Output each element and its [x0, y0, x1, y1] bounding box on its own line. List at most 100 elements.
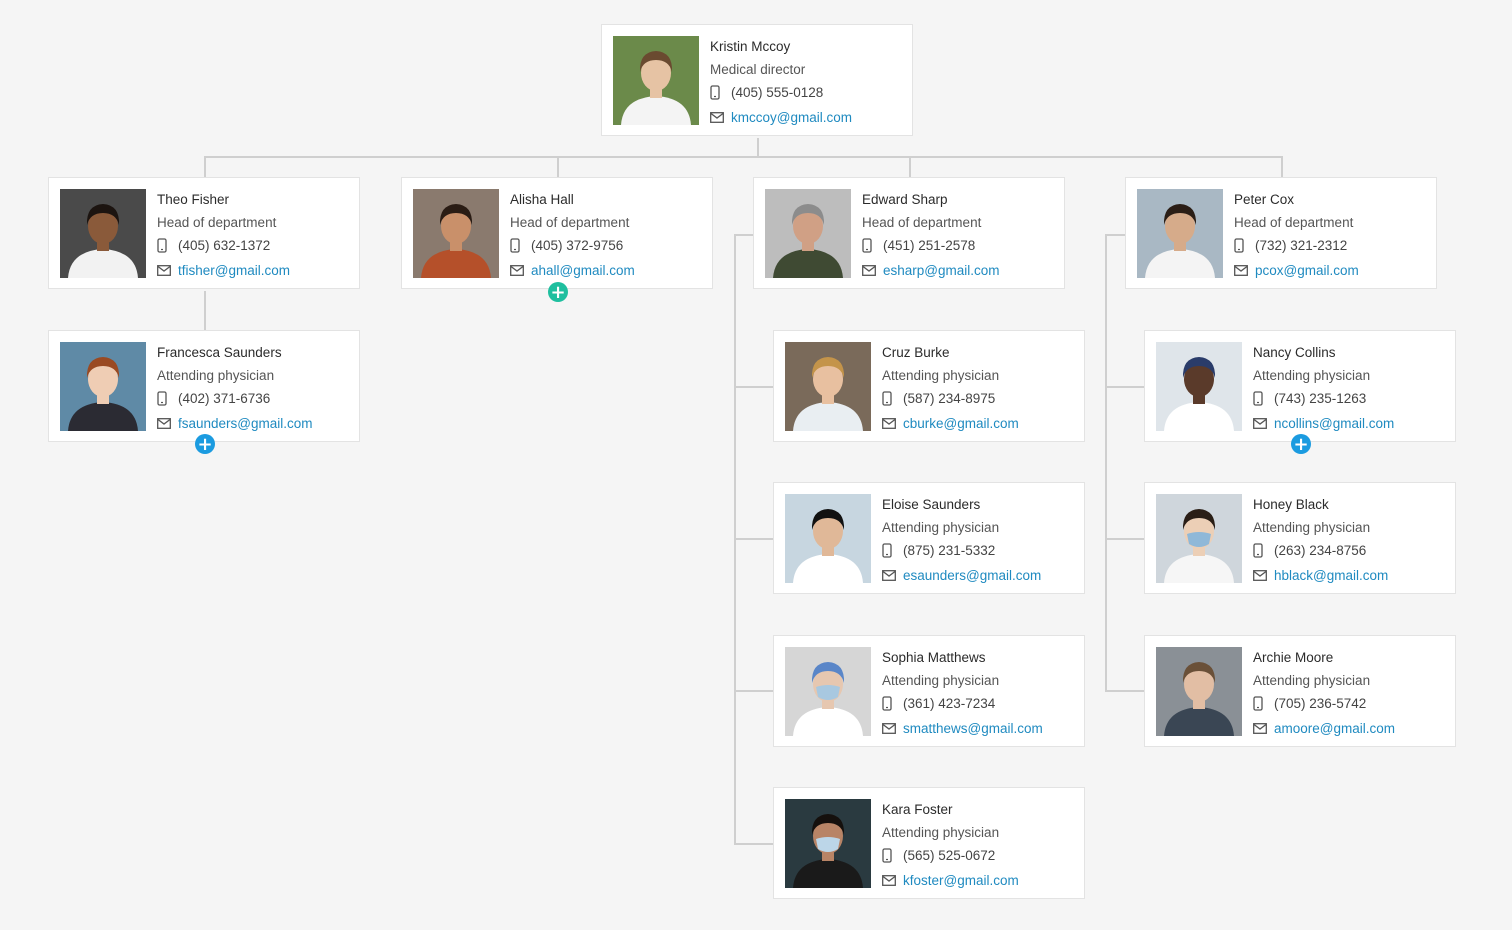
person-name: Archie Moore	[1253, 650, 1334, 665]
email-link[interactable]: esaunders@gmail.com	[903, 567, 1041, 584]
person-name: Edward Sharp	[862, 192, 948, 207]
avatar	[785, 799, 871, 888]
person-card-ncollins[interactable]: Nancy Collins Attending physician (743) 23…	[1144, 330, 1456, 442]
person-card-esharp[interactable]: Edward Sharp Head of department (451) 251-…	[753, 177, 1065, 289]
phone-row: (405) 372-9756	[510, 237, 706, 262]
email-link[interactable]: pcox@gmail.com	[1255, 262, 1359, 279]
person-card-kmccoy[interactable]: Kristin Mccoy Medical director (405) 555-0…	[601, 24, 913, 136]
email-link[interactable]: kmccoy@gmail.com	[731, 109, 852, 126]
person-card-hblack[interactable]: Honey Black Attending physician (263) 234-…	[1144, 482, 1456, 594]
person-name: Kristin Mccoy	[710, 39, 791, 54]
email-row: tfisher@gmail.com	[157, 262, 353, 287]
email-link[interactable]: tfisher@gmail.com	[178, 262, 290, 279]
phone-number: (405) 555-0128	[731, 85, 824, 100]
phone-number: (405) 632-1372	[178, 238, 271, 253]
person-role: Head of department	[862, 215, 982, 230]
person-name: Francesca Saunders	[157, 345, 282, 360]
person-name: Alisha Hall	[510, 192, 574, 207]
email-row: cburke@gmail.com	[882, 415, 1078, 440]
email-link[interactable]: ahall@gmail.com	[531, 262, 635, 279]
phone-number: (587) 234-8975	[903, 391, 996, 406]
phone-row: (743) 235-1263	[1253, 390, 1449, 415]
avatar	[413, 189, 499, 278]
person-card-tfisher[interactable]: Theo Fisher Head of department (405) 632-1…	[48, 177, 360, 289]
phone-number: (565) 525-0672	[903, 848, 996, 863]
mail-icon	[1234, 262, 1248, 279]
person-name: Sophia Matthews	[882, 650, 986, 665]
plus-icon: +	[197, 433, 213, 455]
phone-row: (361) 423-7234	[882, 695, 1078, 720]
email-link[interactable]: ncollins@gmail.com	[1274, 415, 1394, 432]
phone-row: (263) 234-8756	[1253, 542, 1449, 567]
mail-icon	[510, 262, 524, 279]
person-role: Attending physician	[1253, 673, 1371, 688]
mail-icon	[1253, 567, 1267, 584]
person-card-amoore[interactable]: Archie Moore Attending physician (705) 236…	[1144, 635, 1456, 747]
phone-icon	[1234, 237, 1248, 254]
person-role: Head of department	[157, 215, 277, 230]
person-name: Peter Cox	[1234, 192, 1295, 207]
connector-line	[734, 843, 773, 845]
phone-number: (743) 235-1263	[1274, 391, 1367, 406]
person-card-smatthews[interactable]: Sophia Matthews Attending physician (361) …	[773, 635, 1085, 747]
connector-line	[1105, 690, 1144, 692]
phone-icon	[710, 84, 724, 101]
avatar	[1156, 494, 1242, 583]
email-link[interactable]: hblack@gmail.com	[1274, 567, 1388, 584]
email-row: hblack@gmail.com	[1253, 567, 1449, 592]
connector-line	[909, 156, 911, 177]
person-card-pcox[interactable]: Peter Cox Head of department (732) 321-231…	[1125, 177, 1437, 289]
connector-line	[557, 156, 559, 177]
connector-line	[757, 138, 759, 157]
phone-number: (405) 372-9756	[531, 238, 624, 253]
email-link[interactable]: amoore@gmail.com	[1274, 720, 1395, 737]
mail-icon	[882, 872, 896, 889]
avatar	[1156, 342, 1242, 431]
avatar	[613, 36, 699, 125]
mail-icon	[882, 567, 896, 584]
connector-line	[1105, 234, 1107, 692]
avatar	[785, 494, 871, 583]
person-card-cburke[interactable]: Cruz Burke Attending physician (587) 234-8…	[773, 330, 1085, 442]
email-row: esaunders@gmail.com	[882, 567, 1078, 592]
email-row: smatthews@gmail.com	[882, 720, 1078, 745]
connector-line	[734, 386, 773, 388]
add-child-button-fsaunders[interactable]: +	[195, 434, 215, 454]
person-name: Theo Fisher	[157, 192, 230, 207]
email-row: amoore@gmail.com	[1253, 720, 1449, 745]
email-row: ahall@gmail.com	[510, 262, 706, 287]
add-child-button-ncollins[interactable]: +	[1291, 434, 1311, 454]
phone-row: (875) 231-5332	[882, 542, 1078, 567]
add-child-button-ahall[interactable]: +	[548, 282, 568, 302]
person-name: Cruz Burke	[882, 345, 950, 360]
email-link[interactable]: smatthews@gmail.com	[903, 720, 1043, 737]
connector-line	[734, 234, 754, 236]
person-role: Head of department	[510, 215, 630, 230]
org-chart-canvas	[0, 0, 1512, 930]
phone-row: (732) 321-2312	[1234, 237, 1430, 262]
email-link[interactable]: cburke@gmail.com	[903, 415, 1019, 432]
person-card-ahall[interactable]: Alisha Hall Head of department (405) 372-9…	[401, 177, 713, 289]
person-card-fsaunders[interactable]: Francesca Saunders Attending physician (40…	[48, 330, 360, 442]
person-card-kfoster[interactable]: Kara Foster Attending physician (565) 525-…	[773, 787, 1085, 899]
email-link[interactable]: esharp@gmail.com	[883, 262, 1000, 279]
connector-line	[1105, 234, 1126, 236]
person-card-esaunders[interactable]: Eloise Saunders Attending physician (875) …	[773, 482, 1085, 594]
phone-icon	[1253, 695, 1267, 712]
person-role: Attending physician	[1253, 368, 1371, 383]
mail-icon	[1253, 720, 1267, 737]
mail-icon	[157, 262, 171, 279]
phone-row: (587) 234-8975	[882, 390, 1078, 415]
avatar	[765, 189, 851, 278]
avatar	[60, 342, 146, 431]
email-link[interactable]: fsaunders@gmail.com	[178, 415, 313, 432]
phone-icon	[882, 542, 896, 559]
phone-number: (705) 236-5742	[1274, 696, 1367, 711]
phone-number: (361) 423-7234	[903, 696, 996, 711]
person-name: Honey Black	[1253, 497, 1329, 512]
email-row: kfoster@gmail.com	[882, 872, 1078, 897]
connector-line	[204, 156, 206, 177]
avatar	[60, 189, 146, 278]
email-row: pcox@gmail.com	[1234, 262, 1430, 287]
email-link[interactable]: kfoster@gmail.com	[903, 872, 1019, 889]
